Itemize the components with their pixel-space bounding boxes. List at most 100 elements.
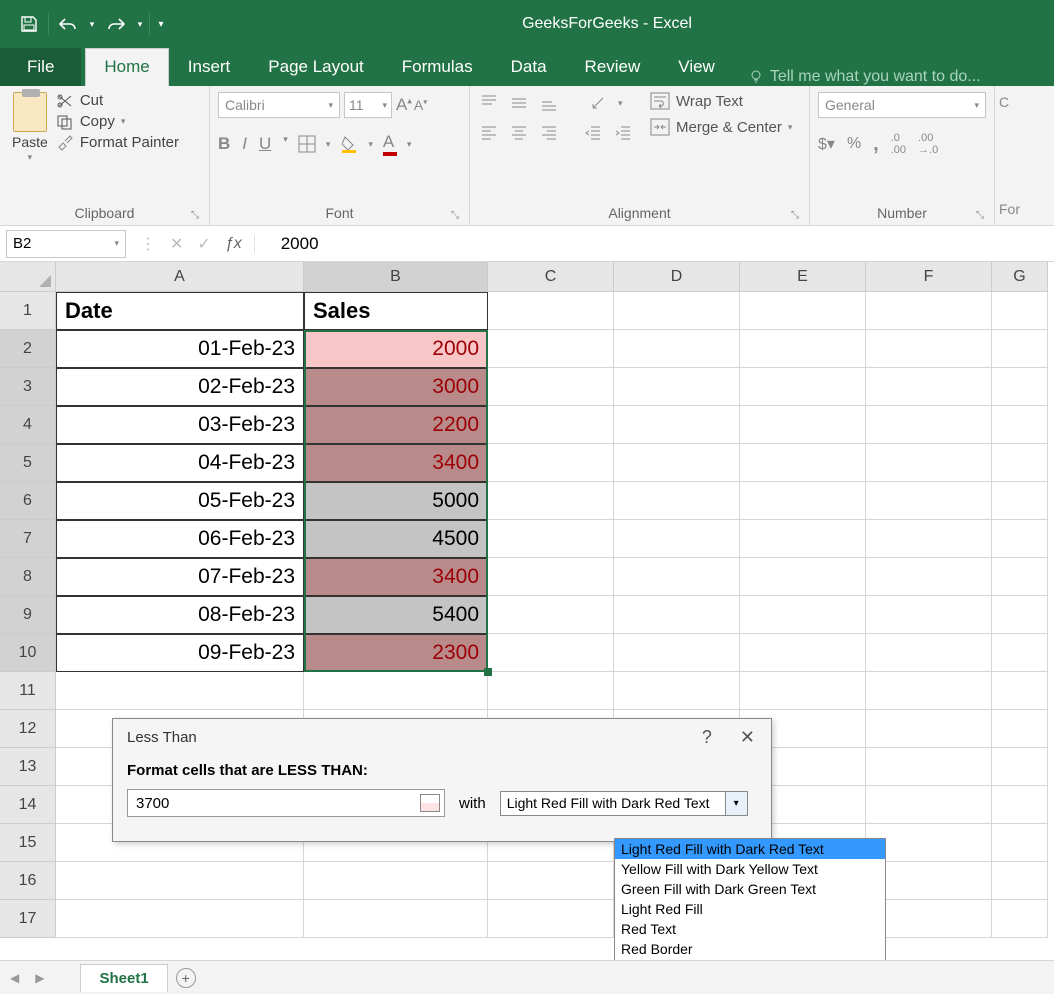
cell[interactable]	[866, 292, 992, 330]
cell[interactable]	[740, 672, 866, 710]
cell[interactable]	[740, 406, 866, 444]
cell[interactable]: 03-Feb-23	[56, 406, 304, 444]
sheet-prev-icon[interactable]: ◀	[10, 971, 19, 985]
cell[interactable]	[992, 406, 1048, 444]
tab-formulas[interactable]: Formulas	[383, 48, 492, 86]
cell[interactable]	[614, 292, 740, 330]
cell[interactable]	[866, 710, 992, 748]
cell[interactable]	[866, 672, 992, 710]
cell[interactable]	[740, 368, 866, 406]
increase-indent-icon[interactable]	[612, 122, 634, 144]
cell[interactable]: 05-Feb-23	[56, 482, 304, 520]
align-left-icon[interactable]	[478, 122, 500, 144]
increase-font-icon[interactable]: A▴	[396, 95, 412, 115]
col-header-d[interactable]: D	[614, 262, 740, 292]
help-icon[interactable]: ?	[702, 727, 712, 748]
cell[interactable]	[614, 482, 740, 520]
cell[interactable]: 08-Feb-23	[56, 596, 304, 634]
cell[interactable]: 3400	[304, 558, 488, 596]
cell[interactable]	[488, 862, 614, 900]
threshold-input[interactable]: 3700	[127, 789, 445, 817]
dropdown-option[interactable]: Red Text	[615, 919, 885, 939]
cell[interactable]	[992, 596, 1048, 634]
cell[interactable]	[866, 406, 992, 444]
decrease-font-icon[interactable]: A▾	[414, 97, 427, 113]
save-icon[interactable]	[12, 8, 46, 40]
cell[interactable]: 2000	[304, 330, 488, 368]
cell[interactable]	[740, 520, 866, 558]
row-header[interactable]: 6	[0, 482, 56, 520]
cell[interactable]	[488, 900, 614, 938]
cell[interactable]	[740, 558, 866, 596]
row-header[interactable]: 13	[0, 748, 56, 786]
cell[interactable]	[488, 520, 614, 558]
cell[interactable]	[614, 444, 740, 482]
row-header[interactable]: 5	[0, 444, 56, 482]
qat-customize-icon[interactable]: ▾	[152, 8, 170, 40]
cell[interactable]: 04-Feb-23	[56, 444, 304, 482]
cell[interactable]	[992, 482, 1048, 520]
tab-home[interactable]: Home	[85, 48, 168, 86]
undo-icon[interactable]	[51, 8, 85, 40]
col-header-g[interactable]: G	[992, 262, 1048, 292]
cell[interactable]	[866, 634, 992, 672]
row-header[interactable]: 14	[0, 786, 56, 824]
name-box[interactable]: B2▾	[6, 230, 126, 258]
row-header[interactable]: 12	[0, 710, 56, 748]
range-selector-icon[interactable]	[420, 794, 440, 812]
col-header-f[interactable]: F	[866, 262, 992, 292]
cell[interactable]	[866, 520, 992, 558]
fill-color-button[interactable]	[340, 135, 358, 153]
tab-insert[interactable]: Insert	[169, 48, 250, 86]
cell[interactable]: 2200	[304, 406, 488, 444]
cell[interactable]	[488, 596, 614, 634]
cell[interactable]	[740, 482, 866, 520]
font-color-button[interactable]: A	[383, 132, 397, 156]
cut-button[interactable]: Cut	[56, 92, 179, 109]
cell[interactable]	[614, 330, 740, 368]
font-name-select[interactable]: Calibri▾	[218, 92, 340, 118]
cell[interactable]	[866, 482, 992, 520]
cell[interactable]	[992, 330, 1048, 368]
row-header[interactable]: 15	[0, 824, 56, 862]
decrease-indent-icon[interactable]	[582, 122, 604, 144]
row-header[interactable]: 10	[0, 634, 56, 672]
cell[interactable]	[304, 900, 488, 938]
formula-input[interactable]: 2000	[269, 234, 1054, 254]
tab-data[interactable]: Data	[492, 48, 566, 86]
cell[interactable]	[740, 330, 866, 368]
col-header-b[interactable]: B	[304, 262, 488, 292]
increase-decimal-icon[interactable]: .0.00	[891, 132, 906, 156]
cell-b1[interactable]: Sales	[304, 292, 488, 330]
cell[interactable]	[56, 900, 304, 938]
cell[interactable]	[866, 786, 992, 824]
cell[interactable]	[992, 558, 1048, 596]
cell[interactable]: 09-Feb-23	[56, 634, 304, 672]
format-select[interactable]: Light Red Fill with Dark Red Text ▾	[500, 791, 748, 816]
close-icon[interactable]: ✕	[740, 727, 755, 748]
cell[interactable]	[614, 558, 740, 596]
row-header[interactable]: 4	[0, 406, 56, 444]
cell[interactable]	[992, 672, 1048, 710]
redo-icon[interactable]	[99, 8, 133, 40]
sheet-tab[interactable]: Sheet1	[80, 964, 167, 992]
align-top-icon[interactable]	[478, 92, 500, 114]
row-header[interactable]: 7	[0, 520, 56, 558]
dropdown-option[interactable]: Light Red Fill	[615, 899, 885, 919]
sheet-next-icon[interactable]: ▶	[35, 971, 44, 985]
underline-button[interactable]: U	[259, 134, 271, 154]
cell[interactable]	[614, 596, 740, 634]
paste-button[interactable]: Paste ▾	[8, 92, 52, 163]
row-header[interactable]: 3	[0, 368, 56, 406]
col-header-a[interactable]: A	[56, 262, 304, 292]
cell[interactable]: 4500	[304, 520, 488, 558]
cell[interactable]	[740, 292, 866, 330]
row-header[interactable]: 2	[0, 330, 56, 368]
cell[interactable]: 3400	[304, 444, 488, 482]
dots-icon[interactable]: ⋮	[140, 234, 156, 254]
cell[interactable]	[56, 862, 304, 900]
cell[interactable]	[488, 406, 614, 444]
cell[interactable]	[992, 710, 1048, 748]
cell[interactable]: 5000	[304, 482, 488, 520]
add-sheet-button[interactable]: +	[176, 968, 196, 988]
